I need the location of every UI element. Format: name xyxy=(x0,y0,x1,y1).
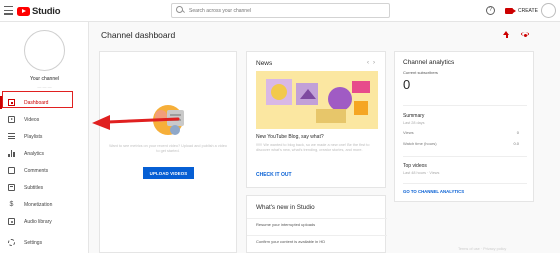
footer-links[interactable]: Terms of use · Privacy policy xyxy=(458,247,506,251)
news-pager: ‹ › xyxy=(363,60,375,66)
whats-new-card: What's new in Studio Resume your interru… xyxy=(246,195,387,253)
sidebar-item-analytics[interactable]: Analytics xyxy=(0,145,89,162)
menu-icon[interactable] xyxy=(4,6,13,15)
subtitles-icon xyxy=(8,184,15,191)
news-heading: New YouTube Blog, say what? xyxy=(256,134,324,140)
divider xyxy=(403,183,527,184)
news-title: News xyxy=(256,60,273,67)
summary-row-watch-time: Watch time (hours) 0.0 xyxy=(403,141,519,146)
subscribers-count: 0 xyxy=(403,77,411,92)
top-videos-period: Last 48 hours · Views xyxy=(403,171,440,175)
upload-videos-button[interactable]: UPLOAD VIDEOS xyxy=(143,167,194,179)
channel-avatar[interactable] xyxy=(24,30,65,71)
row-label: Views xyxy=(403,130,414,135)
account-avatar[interactable] xyxy=(541,3,556,18)
comments-icon xyxy=(8,167,15,174)
check-it-out-link[interactable]: CHECK IT OUT xyxy=(256,172,292,178)
sidebar-item-label: Subtitles xyxy=(24,184,44,191)
sidebar-item-subtitles[interactable]: Subtitles xyxy=(0,179,89,196)
news-image xyxy=(256,71,378,129)
search-box[interactable] xyxy=(171,3,390,18)
studio-logo[interactable]: Studio xyxy=(17,5,61,17)
channel-analytics-card: Channel analytics Current subscribers 0 … xyxy=(394,51,534,202)
whats-new-title: What's new in Studio xyxy=(256,204,315,211)
chevron-right-icon[interactable]: › xyxy=(373,60,375,66)
channel-label: Your channel xyxy=(29,76,59,82)
page-title: Channel dashboard xyxy=(101,30,176,40)
sidebar-item-monetization[interactable]: $ Monetization xyxy=(0,196,89,213)
row-value: 0 xyxy=(516,130,519,135)
logo-text: Studio xyxy=(32,5,61,17)
youtube-logo-icon xyxy=(17,6,30,16)
analytics-title: Channel analytics xyxy=(403,59,455,66)
divider xyxy=(403,105,527,106)
divider xyxy=(403,156,527,157)
sidebar-item-videos[interactable]: Videos xyxy=(0,111,89,128)
summary-title: Summary xyxy=(403,113,425,119)
subscribers-label: Current subscribers xyxy=(403,70,438,75)
sidebar-item-playlists[interactable]: Playlists xyxy=(0,128,89,145)
sidebar-item-label: Analytics xyxy=(24,150,45,157)
sidebar-item-settings[interactable]: Settings xyxy=(0,234,89,251)
chevron-left-icon[interactable]: ‹ xyxy=(367,60,369,66)
analytics-icon xyxy=(8,150,15,157)
videos-icon xyxy=(8,116,15,123)
monetization-icon: $ xyxy=(9,201,14,208)
go-live-icon[interactable] xyxy=(521,32,529,38)
playlists-icon xyxy=(8,133,15,140)
news-body: !!!!!! We wanted to blog back, so we mad… xyxy=(256,143,370,153)
sidebar-item-label: Monetization xyxy=(24,201,53,208)
search-icon xyxy=(176,6,185,15)
create-button[interactable]: CREATE xyxy=(505,5,538,16)
top-bar: Studio ? CREATE xyxy=(0,0,560,22)
sidebar-item-comments[interactable]: Comments xyxy=(0,162,89,179)
upload-icon[interactable] xyxy=(503,31,510,39)
sidebar-item-audio-library[interactable]: Audio library xyxy=(0,213,89,230)
upload-card: Want to see metrics on your recent video… xyxy=(99,51,237,253)
sidebar: Your channel — — — Dashboard Videos Play… xyxy=(0,22,89,253)
whats-new-item[interactable]: Resume your interrupted uploads xyxy=(247,218,387,231)
sidebar-item-label: Playlists xyxy=(24,133,43,140)
summary-period: Last 28 days xyxy=(403,121,425,125)
channel-name-placeholder: — — — xyxy=(37,84,52,89)
gear-icon xyxy=(8,239,15,246)
upload-prompt-text: Want to see metrics on your recent video… xyxy=(109,144,227,153)
sidebar-item-label: Settings xyxy=(24,239,43,246)
row-label: Watch time (hours) xyxy=(403,141,437,146)
highlight-box xyxy=(2,91,73,108)
sidebar-item-label: Videos xyxy=(24,116,40,123)
news-card: News ‹ › New YouTube Blog, say what? !!!!… xyxy=(246,51,386,188)
go-to-channel-analytics-link[interactable]: GO TO CHANNEL ANALYTICS xyxy=(403,189,464,194)
help-icon[interactable]: ? xyxy=(486,6,495,15)
top-videos-title: Top videos xyxy=(403,163,427,169)
sidebar-item-label: Comments xyxy=(24,167,49,174)
sidebar-item-label: Audio library xyxy=(24,218,52,225)
whats-new-item[interactable]: Confirm your content is available in HD xyxy=(247,235,387,248)
create-label: CREATE xyxy=(518,7,538,14)
upload-illustration xyxy=(153,105,184,135)
summary-row-views: Views 0 xyxy=(403,130,519,135)
sidebar-nav: Dashboard Videos Playlists Analytics Com… xyxy=(0,94,89,251)
audio-library-icon xyxy=(8,218,15,225)
video-camera-icon xyxy=(505,7,516,14)
search-input[interactable] xyxy=(189,7,379,14)
row-value: 0.0 xyxy=(513,141,519,146)
